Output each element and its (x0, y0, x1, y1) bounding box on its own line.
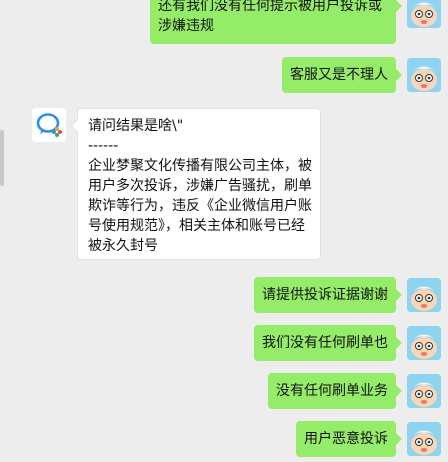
message-row: 没有任何刷单业务 (0, 373, 448, 409)
cartoon-avatar-icon (407, 326, 441, 360)
cartoon-avatar-icon (407, 58, 441, 92)
message-line: 还有我们没有任何提示被用户投诉或 (158, 0, 382, 14)
wecom-logo-icon (32, 108, 66, 142)
message-bubble-outgoing[interactable]: 客服又是不理人 (282, 57, 402, 93)
message-line: 用户多次投诉，涉嫌广告骚扰，刷单 (88, 178, 312, 194)
message-line: 企业梦聚文化传播有限公司主体，被 (88, 158, 312, 174)
message-row: 还有我们没有任何提示被用户投诉或 涉嫌违规 (0, 0, 448, 44)
message-row: 客服又是不理人 (0, 57, 448, 93)
self-avatar[interactable] (407, 374, 441, 408)
message-line: 请提供投诉证据谢谢 (262, 287, 388, 303)
message-row: 请提供投诉证据谢谢 (0, 277, 448, 313)
message-line: 号使用规范》，相关主体和账号已经 (88, 218, 305, 234)
self-avatar[interactable] (407, 326, 441, 360)
self-avatar[interactable] (407, 422, 441, 456)
message-bubble-outgoing[interactable]: 用户恶意投诉 (296, 421, 402, 457)
message-line: ------ (88, 138, 119, 154)
message-bubble-incoming[interactable]: 请问结果是啥\" ------ 企业梦聚文化传播有限公司主体，被 用户多次投诉，… (71, 108, 321, 260)
contact-avatar[interactable] (32, 108, 66, 142)
message-bubble-outgoing[interactable]: 没有任何刷单业务 (268, 373, 402, 409)
message-line: 涉嫌违规 (158, 18, 214, 34)
message-bubble-outgoing[interactable]: 请提供投诉证据谢谢 (254, 277, 402, 313)
message-row: 用户恶意投诉 (0, 421, 448, 457)
cartoon-avatar-icon (407, 422, 441, 456)
message-line: 用户恶意投诉 (304, 431, 388, 447)
message-line: 我们没有任何刷单也 (262, 335, 388, 351)
cartoon-avatar-icon (407, 278, 441, 312)
self-avatar[interactable] (407, 58, 441, 92)
self-avatar[interactable] (407, 0, 441, 28)
cartoon-avatar-icon (407, 0, 441, 28)
message-line: 客服又是不理人 (290, 67, 388, 83)
message-row: 请问结果是啥\" ------ 企业梦聚文化传播有限公司主体，被 用户多次投诉，… (0, 108, 448, 260)
message-line: 请问结果是啥\" (88, 118, 184, 134)
message-bubble-outgoing[interactable]: 还有我们没有任何提示被用户投诉或 涉嫌违规 (150, 0, 402, 44)
message-line: 被永久封号 (88, 238, 158, 254)
message-bubble-outgoing[interactable]: 我们没有任何刷单也 (254, 325, 402, 361)
self-avatar[interactable] (407, 278, 441, 312)
message-line: 欺诈等行为，违反《企业微信用户账 (88, 198, 312, 214)
cartoon-avatar-icon (407, 374, 441, 408)
message-row: 我们没有任何刷单也 (0, 325, 448, 361)
message-line: 没有任何刷单业务 (276, 383, 388, 399)
